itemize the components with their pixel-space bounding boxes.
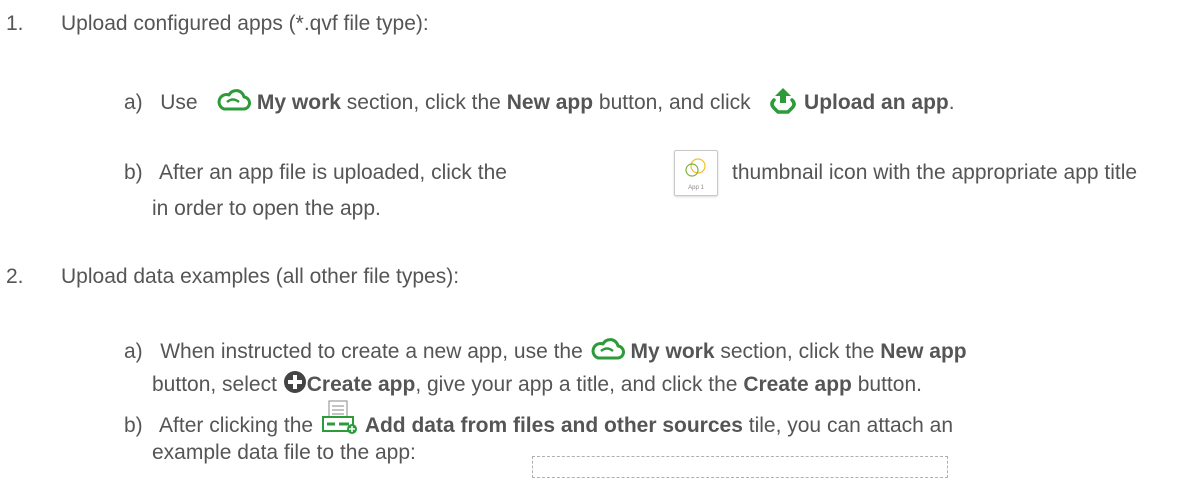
step-1b-line2-text: in order to open the app.	[152, 197, 381, 220]
thumbnail-label: App 1	[688, 185, 704, 191]
step-2a-end-text: button.	[857, 373, 922, 397]
step-1b-after-text: thumbnail icon with the appropriate app …	[732, 161, 1138, 184]
step-2-text: Upload data examples (all other file typ…	[61, 265, 460, 288]
my-work-label: My work	[256, 91, 341, 115]
step-1a-use-text: Use	[160, 91, 198, 115]
step-1a-section-text: section, click the	[346, 91, 501, 115]
app-thumbnail-icon: App 1	[674, 150, 718, 196]
create-app-label: Create app	[306, 373, 416, 397]
step-2a-line-2: button, select Create app, give your app…	[152, 370, 922, 401]
file-drop-area[interactable]	[532, 456, 948, 478]
step-2a-section-text: section, click the	[720, 340, 875, 364]
cloud-icon	[215, 88, 252, 119]
step-2a-letter: a)	[124, 340, 143, 364]
plus-circle-icon	[283, 370, 307, 401]
step-2-number: 2.	[6, 265, 24, 288]
step-2b-line2-text: example data file to the app:	[152, 441, 416, 464]
step-1a-end: .	[948, 91, 955, 115]
step-1b-letter: b)	[124, 161, 143, 184]
create-app-button-label: Create app	[743, 373, 852, 397]
cloud-icon	[589, 337, 625, 368]
upload-an-app-label: Upload an app	[804, 91, 949, 115]
step-2b-letter: b)	[124, 414, 143, 438]
step-1-number: 1.	[6, 12, 24, 35]
step-1b-before-text: After an app file is uploaded, click the	[159, 161, 507, 184]
step-1a-button-text: button, and click	[598, 91, 751, 115]
add-data-label: Add data from files and other sources	[364, 414, 743, 438]
step-2a-give-title-text: , give your app a title, and click the	[415, 373, 738, 397]
my-work-label: My work	[630, 340, 715, 364]
step-1a-letter: a)	[124, 91, 143, 115]
step-2b-tile-text: tile, you can attach an	[748, 414, 954, 438]
step-2a-select-text: button, select	[152, 373, 277, 397]
upload-icon	[768, 86, 798, 121]
new-app-label: New app	[880, 340, 967, 364]
step-1-text: Upload configured apps (*.qvf file type)…	[61, 12, 429, 35]
step-1b-after-line: thumbnail icon with the appropriate app …	[732, 160, 1137, 186]
step-2a-before-text: When instructed to create a new app, use…	[160, 340, 583, 364]
new-app-label: New app	[506, 91, 594, 115]
step-1b-line: b) After an app file is uploaded, click …	[124, 160, 507, 186]
step-2a-line: a) When instructed to create a new app, …	[124, 337, 967, 368]
step-2b-line-2: example data file to the app:	[152, 440, 416, 466]
step-2b-after-clicking-text: After clicking the	[159, 414, 314, 438]
step-2b-line: b) After clicking the Add data from file…	[124, 400, 954, 442]
data-tile-icon	[319, 399, 359, 442]
step-1b-line-2: in order to open the app.	[152, 196, 381, 222]
step-1a-line: a) Use My work section, click the New ap…	[124, 86, 955, 121]
